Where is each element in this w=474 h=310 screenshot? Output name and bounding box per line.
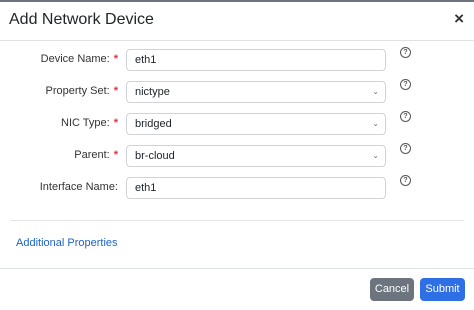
parent-row: Parent: * br-cloud ⌄ ?: [0, 143, 474, 169]
chevron-down-icon: ⌄: [372, 151, 379, 160]
required-marker: *: [113, 117, 118, 129]
parent-label: Parent: *: [74, 149, 118, 161]
help-icon[interactable]: ?: [400, 79, 411, 90]
submit-button[interactable]: Submit: [420, 278, 465, 301]
chevron-down-icon: ⌄: [372, 87, 379, 96]
nic-type-select[interactable]: bridged ⌄: [126, 113, 386, 135]
modal-footer-divider: [0, 268, 474, 269]
device-name-label: Device Name: *: [40, 53, 118, 65]
close-icon[interactable]: ×: [454, 10, 464, 28]
modal-title: Add Network Device: [9, 11, 154, 28]
required-marker: *: [113, 85, 118, 97]
property-set-value: nictype: [135, 86, 170, 98]
property-set-row: Property Set: * nictype ⌄ ?: [0, 79, 474, 105]
cancel-button[interactable]: Cancel: [370, 278, 414, 301]
interface-name-value: eth1: [135, 182, 157, 194]
add-network-device-modal: Add Network Device × Device Name: * eth1 …: [0, 2, 474, 310]
device-name-input[interactable]: eth1: [126, 49, 386, 71]
property-set-label: Property Set: *: [45, 85, 118, 97]
property-set-select[interactable]: nictype ⌄: [126, 81, 386, 103]
required-marker: *: [113, 53, 118, 65]
device-name-value: eth1: [135, 54, 157, 66]
parent-value: br-cloud: [135, 150, 175, 162]
interface-name-label: Interface Name:: [39, 181, 118, 193]
help-icon[interactable]: ?: [400, 143, 411, 154]
help-icon[interactable]: ?: [400, 111, 411, 122]
nic-type-row: NIC Type: * bridged ⌄ ?: [0, 111, 474, 137]
parent-select[interactable]: br-cloud ⌄: [126, 145, 386, 167]
section-divider: [10, 220, 464, 221]
nic-type-value: bridged: [135, 118, 172, 130]
additional-properties-link[interactable]: Additional Properties: [16, 237, 118, 249]
modal-header: Add Network Device ×: [0, 2, 474, 41]
help-icon[interactable]: ?: [400, 47, 411, 58]
interface-name-input[interactable]: eth1: [126, 177, 386, 199]
device-name-row: Device Name: * eth1 ?: [0, 47, 474, 73]
nic-type-label: NIC Type: *: [61, 117, 118, 129]
chevron-down-icon: ⌄: [372, 119, 379, 128]
help-icon[interactable]: ?: [400, 175, 411, 186]
required-marker: *: [113, 149, 118, 161]
interface-name-row: Interface Name: eth1 ?: [0, 175, 474, 201]
